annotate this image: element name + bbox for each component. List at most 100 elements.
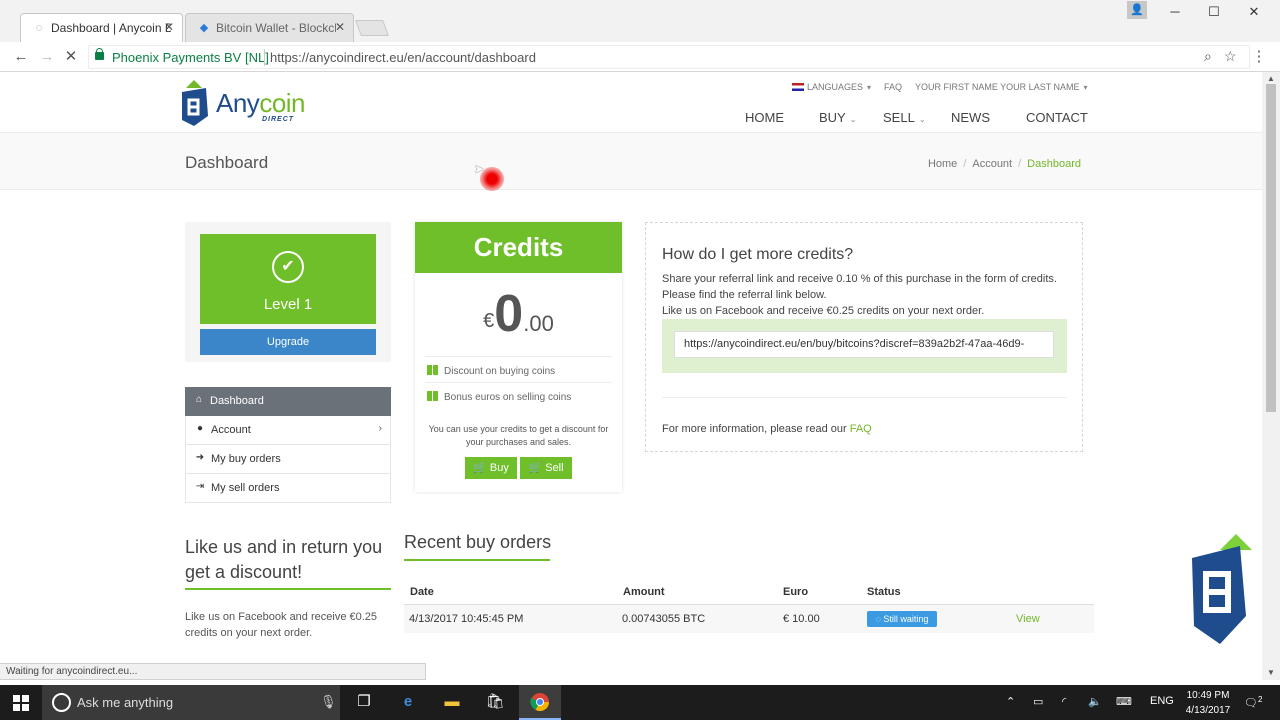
file-explorer-icon[interactable]: ▬ xyxy=(441,692,463,712)
chevron-down-icon: ⌄ xyxy=(849,115,857,124)
more-credits-title: How do I get more credits? xyxy=(662,246,854,263)
order-amount: 0.00743055 BTC xyxy=(622,613,706,625)
cortana-icon xyxy=(52,693,71,712)
url-text[interactable]: https://anycoindirect.eu/en/account/dash… xyxy=(270,50,536,65)
breadcrumb: Home / Account / Dashboard xyxy=(927,158,1081,170)
faq-link[interactable]: FAQ xyxy=(850,423,872,435)
close-tab-icon[interactable]: ✕ xyxy=(335,20,345,34)
breadcrumb-account[interactable]: Account xyxy=(972,158,1012,170)
chevron-down-icon: ⌄ xyxy=(918,115,926,124)
like-text: Like us on Facebook and receive €0.25 cr… xyxy=(185,611,378,639)
home-icon: ⌂ xyxy=(195,394,203,405)
sell-button[interactable]: 🛒 Sell xyxy=(520,457,572,479)
lock-icon xyxy=(95,48,104,60)
browser-tab-strip: ◌ Dashboard | Anycoin Dire ✕ ◆ Bitcoin W… xyxy=(0,0,1280,42)
order-euro: € 10.00 xyxy=(783,613,820,625)
recent-orders-title: Recent buy orders xyxy=(404,532,552,552)
sign-out-icon: ⇥ xyxy=(195,481,205,492)
sidemenu-item-dashboard[interactable]: ⌂ Dashboard xyxy=(185,387,391,416)
bookmark-star-icon[interactable]: ☆ xyxy=(1224,48,1237,65)
user-icon: ● xyxy=(196,423,204,434)
language-indicator[interactable]: ENG xyxy=(1150,695,1174,707)
show-hidden-icons[interactable]: ⌃ xyxy=(1006,695,1015,708)
referral-link-field[interactable]: https://anycoindirect.eu/en/buy/bitcoins… xyxy=(674,331,1054,358)
faq-link[interactable]: FAQ xyxy=(884,82,902,92)
more-credits-text: Share your referral link and receive 0.1… xyxy=(662,273,1057,317)
maximize-icon[interactable]: ☐ xyxy=(1194,4,1234,20)
page-title-bar: Dashboard Home / Account / Dashboard xyxy=(0,132,1262,190)
certificate-name: Phoenix Payments BV [NL] xyxy=(112,50,269,65)
minimize-icon[interactable]: ─ xyxy=(1155,4,1195,19)
spinner-icon: ◌ xyxy=(875,614,881,624)
clock[interactable]: 10:49 PM 4/13/2017 xyxy=(1178,688,1238,718)
nav-buy[interactable]: BUY ⌄ xyxy=(819,110,856,125)
page-scrollbar[interactable]: ▲ ▼ xyxy=(1262,72,1280,680)
forward-icon[interactable]: → xyxy=(36,46,58,68)
credits-title: Credits xyxy=(415,222,622,273)
nav-home[interactable]: HOME xyxy=(745,110,784,125)
referral-box: https://anycoindirect.eu/en/buy/bitcoins… xyxy=(662,319,1067,373)
edge-icon[interactable]: e xyxy=(397,692,419,712)
cart-icon: 🛒 xyxy=(528,462,543,474)
uk-flag-icon xyxy=(792,83,804,91)
back-icon[interactable]: ← xyxy=(10,46,32,68)
stop-icon[interactable]: ✕ xyxy=(60,46,82,68)
url-separator xyxy=(264,49,265,66)
scroll-thumb[interactable] xyxy=(1266,84,1276,412)
divider xyxy=(404,559,550,561)
store-icon[interactable]: 🛍 xyxy=(484,692,506,712)
languages-menu[interactable]: LANGUAGES ▾ xyxy=(792,82,871,92)
chevron-right-icon: › xyxy=(378,423,382,434)
battery-icon[interactable]: ▭ xyxy=(1033,695,1043,708)
page-viewport: Anycoin DIRECT LANGUAGES ▾ FAQ YOUR FIRST… xyxy=(0,72,1262,680)
sidemenu-item-sell-orders[interactable]: ⇥ My sell orders xyxy=(185,474,391,503)
cortana-search-box[interactable]: Ask me anything 🎙 xyxy=(42,685,340,720)
address-bar[interactable]: Phoenix Payments BV [NL] https://anycoin… xyxy=(88,45,1250,69)
profile-icon[interactable]: 👤 xyxy=(1127,1,1147,19)
nav-sell[interactable]: SELL ⌄ xyxy=(883,110,926,125)
notification-center-icon[interactable]: 🗨2 xyxy=(1244,695,1262,710)
chrome-taskbar-button[interactable] xyxy=(519,685,561,720)
breadcrumb-home[interactable]: Home xyxy=(928,158,957,170)
buy-button[interactable]: 🛒 Buy xyxy=(465,457,517,479)
sidemenu-item-buy-orders[interactable]: ➜ My buy orders xyxy=(185,445,391,474)
scroll-up-icon[interactable]: ▲ xyxy=(1267,74,1275,83)
credits-card: Credits €0.00 Discount on buying coins B… xyxy=(415,222,622,492)
wifi-icon[interactable]: ◜ xyxy=(1062,695,1066,708)
nav-contact[interactable]: CONTACT xyxy=(1026,110,1088,125)
chevron-down-icon: ▾ xyxy=(867,83,872,92)
zoom-icon[interactable]: ⌕ xyxy=(1204,48,1212,65)
upgrade-button[interactable]: Upgrade xyxy=(200,329,376,355)
microphone-icon[interactable]: 🎙 xyxy=(320,694,337,710)
perk-buy: Discount on buying coins xyxy=(425,356,612,382)
user-menu[interactable]: YOUR FIRST NAME YOUR LAST NAME ▾ xyxy=(915,82,1088,92)
keyboard-icon[interactable]: ⌨ xyxy=(1116,695,1132,708)
sidemenu-item-account[interactable]: ● Account › xyxy=(185,416,391,445)
column-header-euro: Euro xyxy=(783,586,809,598)
mouse-cursor-icon: ➤ xyxy=(474,162,485,176)
view-order-link[interactable]: View xyxy=(1016,613,1040,625)
gift-icon xyxy=(427,365,438,375)
page-title: Dashboard xyxy=(185,153,269,172)
tab-title: Dashboard | Anycoin Dire xyxy=(51,21,171,35)
nav-news[interactable]: NEWS xyxy=(951,110,990,125)
scroll-down-icon[interactable]: ▼ xyxy=(1267,668,1275,677)
anycoin-logo[interactable]: Anycoin DIRECT xyxy=(180,80,306,128)
browser-status-bar: Waiting for anycoindirect.eu... xyxy=(0,663,426,680)
new-tab-button[interactable] xyxy=(355,20,389,36)
windows-taskbar: Ask me anything 🎙 ❐ e ▬ 🛍 ⌃ ▭ ◜ 🔈 ⌨ ENG … xyxy=(0,685,1280,720)
tab-dashboard[interactable]: ◌ Dashboard | Anycoin Dire ✕ xyxy=(20,13,183,42)
close-tab-icon[interactable]: ✕ xyxy=(164,20,174,34)
close-window-icon[interactable]: ✕ xyxy=(1234,4,1274,20)
windows-start-icon[interactable] xyxy=(13,695,29,711)
like-title: Like us and in return you get a discount… xyxy=(185,537,383,582)
tab-blockchain[interactable]: ◆ Bitcoin Wallet - Blockcha ✕ xyxy=(185,13,354,42)
floating-logo-icon[interactable] xyxy=(1188,534,1254,649)
task-view-icon[interactable]: ❐ xyxy=(353,692,375,712)
cart-icon: 🛒 xyxy=(473,462,487,474)
menu-icon[interactable]: ⋮ xyxy=(1250,46,1268,68)
logo-mark-icon xyxy=(182,80,208,126)
volume-muted-icon[interactable]: 🔈 xyxy=(1088,695,1102,708)
divider xyxy=(185,588,391,590)
checkmark-icon: ✔ xyxy=(272,251,304,283)
